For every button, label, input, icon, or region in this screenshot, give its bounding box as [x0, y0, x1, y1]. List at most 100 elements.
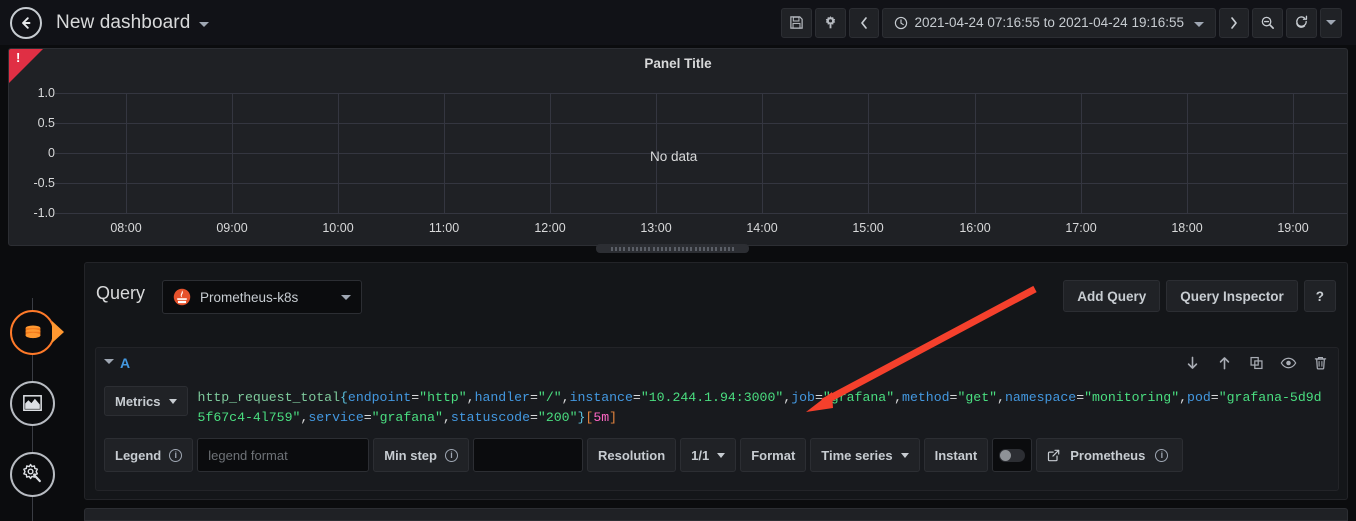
- grip-dot: [640, 246, 643, 251]
- x-axis-tick: 14:00: [746, 221, 778, 235]
- grip-dot: [631, 246, 634, 251]
- gridline-h: [55, 153, 1347, 154]
- min-step-info-icon[interactable]: i: [444, 448, 458, 462]
- move-query-down-button[interactable]: [1182, 353, 1202, 373]
- grip-dot: [707, 246, 710, 251]
- gridline-v: [1293, 93, 1294, 213]
- duplicate-query-button[interactable]: [1246, 353, 1266, 373]
- trash-icon: [1314, 356, 1326, 370]
- query-inspector-button[interactable]: Query Inspector: [1166, 280, 1298, 312]
- query-row-a: A Metrics http_request_total{endpoint="h…: [95, 347, 1339, 491]
- magnifier-minus-icon: [1261, 16, 1274, 29]
- copy-icon: [1249, 356, 1263, 370]
- expr-label-key: instance: [569, 390, 633, 405]
- grip-dot: [652, 246, 655, 251]
- alert-exclamation-icon: !: [16, 50, 21, 65]
- metrics-browser-button[interactable]: Metrics: [104, 386, 188, 416]
- gridline-v: [338, 93, 339, 213]
- chart-area-icon: [23, 395, 42, 411]
- expr-label-key: handler: [474, 390, 530, 405]
- grip-dot: [715, 246, 718, 251]
- x-axis-tick: 12:00: [534, 221, 566, 235]
- gridline-v: [232, 93, 233, 213]
- panel-title[interactable]: Panel Title: [9, 56, 1347, 71]
- format-label: Format: [740, 438, 807, 472]
- refresh-interval-dropdown[interactable]: [1320, 7, 1342, 38]
- back-button[interactable]: [10, 6, 42, 39]
- legend-format-input[interactable]: [197, 438, 370, 472]
- gridline-v: [762, 93, 763, 213]
- query-help-button[interactable]: ?: [1303, 280, 1336, 312]
- expr-metric-name: http_request_total: [197, 390, 340, 405]
- query-editor-header: Query Prometheus-k8s Add Query Query Ins…: [85, 263, 1347, 325]
- add-query-button[interactable]: Add Query: [1063, 280, 1161, 312]
- alert-state-corner[interactable]: [9, 49, 43, 83]
- x-axis-tick: 08:00: [110, 221, 142, 235]
- gridline-v: [1187, 93, 1188, 213]
- legend-info-icon[interactable]: i: [169, 448, 183, 462]
- dashboard-settings-button[interactable]: [814, 7, 846, 38]
- grip-dot: [619, 246, 622, 251]
- clock-icon: [894, 16, 907, 29]
- query-ref-id[interactable]: A: [120, 355, 130, 371]
- top-navigation-bar: New dashboard 2021-04-24 07:16:55 to 202…: [0, 0, 1356, 45]
- save-disk-icon: [789, 16, 803, 29]
- grip-dot: [723, 246, 726, 251]
- dashboard-title-chevron-down-icon[interactable]: [199, 21, 210, 27]
- time-range-chevron-down-icon[interactable]: [1194, 21, 1204, 27]
- instant-label: Instant: [923, 438, 989, 472]
- move-query-up-button[interactable]: [1214, 353, 1234, 373]
- expr-label-key: service: [308, 410, 364, 425]
- x-axis-tick: 13:00: [640, 221, 672, 235]
- format-select[interactable]: Time series: [810, 438, 920, 472]
- save-dashboard-button[interactable]: [780, 7, 812, 38]
- resolution-select[interactable]: 1/1: [680, 438, 737, 472]
- expr-open-brace: {: [339, 390, 348, 405]
- gear-wrench-icon: [23, 463, 41, 483]
- prometheus-link-label: Prometheus: [1070, 447, 1146, 463]
- query-collapse-chevron-down-icon[interactable]: [104, 359, 114, 364]
- time-shift-back-button[interactable]: [848, 7, 879, 38]
- expr-label-key: endpoint: [347, 390, 412, 405]
- dashboard-title[interactable]: New dashboard: [56, 12, 190, 34]
- toggle-query-visibility-button[interactable]: [1278, 353, 1298, 373]
- refresh-icon: [1296, 15, 1308, 28]
- grip-dot: [669, 246, 672, 251]
- instant-toggle[interactable]: [992, 438, 1033, 472]
- gridline-v: [975, 93, 976, 213]
- time-range-picker[interactable]: 2021-04-24 07:16:55 to 2021-04-24 19:16:…: [881, 7, 1216, 38]
- time-range-text: 2021-04-24 07:16:55 to 2021-04-24 19:16:…: [914, 15, 1184, 30]
- sidebar-item-visualization[interactable]: [10, 381, 55, 426]
- grip-dot: [673, 246, 676, 251]
- expr-label-value: monitoring: [1092, 390, 1172, 405]
- grip-dot: [627, 246, 630, 251]
- gridline-v: [444, 93, 445, 213]
- instant-toggle-track: [999, 448, 1026, 462]
- instant-toggle-knob: [1000, 449, 1012, 461]
- refresh-button[interactable]: [1286, 7, 1317, 38]
- sidebar-item-queries[interactable]: [10, 310, 55, 355]
- delete-query-button[interactable]: [1310, 353, 1330, 373]
- gridline-v: [868, 93, 869, 213]
- datasource-picker[interactable]: Prometheus-k8s: [162, 280, 362, 314]
- prometheus-logo-icon: [173, 288, 191, 306]
- gridline-v: [1081, 93, 1082, 213]
- query-row-header: A: [96, 348, 1338, 380]
- grip-dot: [686, 246, 689, 251]
- query-row-actions: [1182, 353, 1330, 373]
- prometheus-docs-link[interactable]: Prometheus i: [1036, 438, 1184, 472]
- x-axis-tick: 11:00: [428, 221, 460, 235]
- panel-resize-handle[interactable]: [596, 244, 749, 253]
- sidebar-item-panel-settings[interactable]: [10, 452, 55, 497]
- zoom-out-time-button[interactable]: [1252, 7, 1283, 38]
- min-step-input[interactable]: [472, 438, 583, 472]
- grip-dot: [711, 246, 714, 251]
- next-panel-stub: [84, 508, 1348, 521]
- grip-dot: [719, 246, 722, 251]
- gridline-h: [55, 183, 1347, 184]
- grafana-panel-edit-screen: New dashboard 2021-04-24 07:16:55 to 202…: [0, 0, 1356, 521]
- prometheus-info-icon[interactable]: i: [1155, 448, 1169, 462]
- time-shift-forward-button[interactable]: [1219, 7, 1249, 38]
- expr-label-value: 200: [545, 410, 570, 425]
- query-expression-input[interactable]: http_request_total{endpoint="http",handl…: [198, 388, 1328, 428]
